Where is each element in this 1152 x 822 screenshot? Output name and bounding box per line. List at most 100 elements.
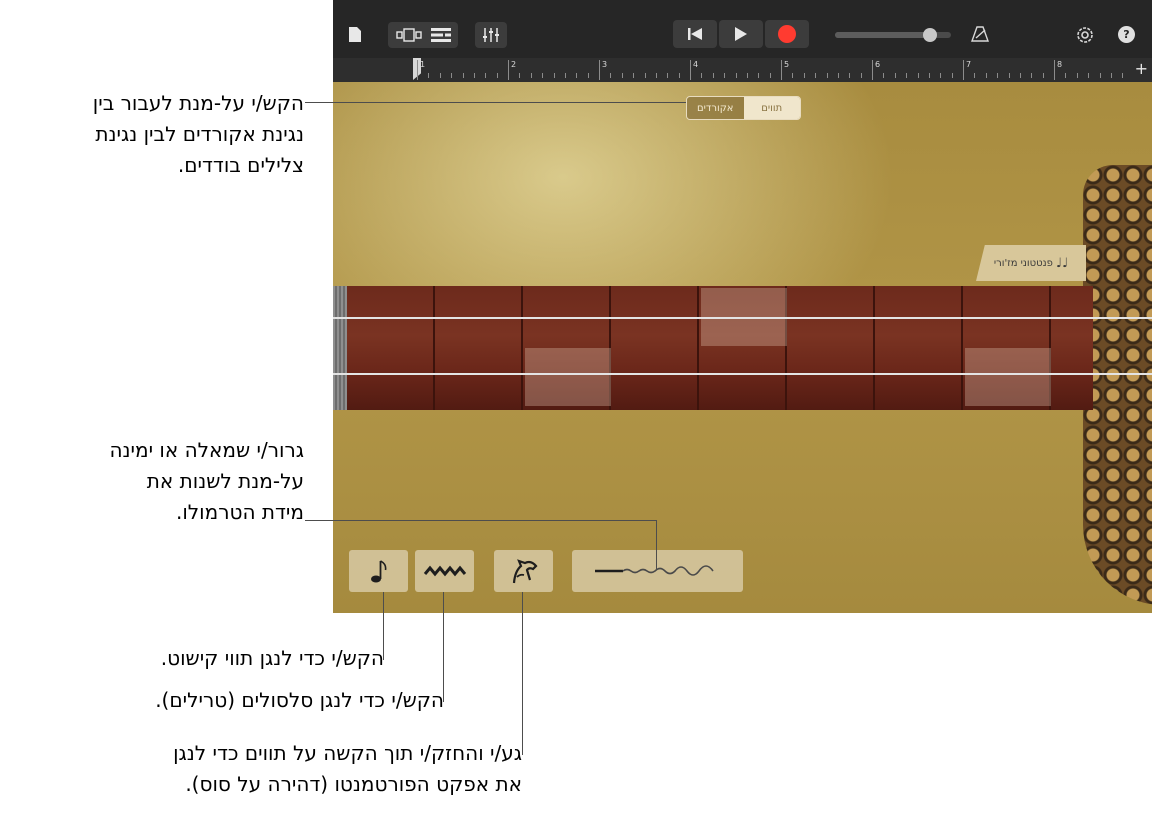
scale-label: פנטטוני מז'ורי: [993, 257, 1053, 269]
scale-selector[interactable]: פנטטוני מז'ורי ♩♩: [976, 245, 1086, 281]
fret: [521, 286, 523, 410]
notes-chords-switch[interactable]: אקורדים תווים: [686, 96, 801, 120]
staccato-note-icon: [370, 560, 386, 583]
ruler-tick: [667, 73, 669, 78]
ruler-tick: [906, 73, 908, 78]
ruler-tick: [1042, 73, 1044, 78]
ruler-tick: [485, 73, 487, 78]
ruler-tick: [1088, 73, 1090, 78]
timeline-ruler[interactable]: + 1 2 3 4 5 6 7 8: [333, 58, 1152, 83]
leader-line-tremolo-h: [305, 520, 657, 521]
instrument-nut: [333, 286, 347, 410]
ruler-tick: [826, 73, 828, 78]
instrument-body: [1083, 165, 1152, 605]
fret: [433, 286, 435, 410]
rewind-icon: [688, 28, 702, 40]
play-icon: [735, 27, 747, 41]
ruler-tick: [837, 73, 839, 78]
view-toggle-icon[interactable]: [396, 27, 422, 46]
ruler-tick: [428, 73, 430, 78]
rewind-button[interactable]: [673, 20, 717, 48]
ruler-bar-line: [599, 60, 600, 80]
ruler-bar-number: 1: [420, 60, 426, 69]
ruler-tick: [462, 73, 464, 78]
fret: [873, 286, 875, 410]
ruler-bar-line: [417, 60, 418, 80]
scale-note-highlight: [525, 348, 611, 406]
ruler-bar-number: 2: [511, 60, 517, 69]
ruler-tick: [621, 73, 623, 78]
master-volume-slider[interactable]: [835, 28, 951, 42]
ruler-tick: [1110, 73, 1112, 78]
ruler-tick: [1122, 73, 1124, 78]
ruler-tick: [576, 73, 578, 78]
ruler-tick: [1099, 73, 1101, 78]
metronome-icon[interactable]: [971, 26, 989, 45]
ruler-tick: [655, 73, 657, 78]
settings-icon[interactable]: [1075, 25, 1095, 48]
help-button[interactable]: ?: [1118, 26, 1135, 43]
trill-icon: [423, 565, 466, 577]
string-lower[interactable]: [333, 373, 1152, 375]
ruler-tick: [542, 73, 544, 78]
callout-trill: הקש/י כדי לנגן סלסולים (טרילים).: [155, 685, 444, 716]
tremolo-slider[interactable]: [572, 550, 743, 592]
garageband-screen: ? + 1 2 3 4 5 6 7 8 אקורדים תווים פנטטוני מז'ור…: [333, 0, 1152, 613]
callout-mode-switch-line1: הקש/י על-מנת לעבור בין: [92, 91, 304, 115]
ruler-tick: [860, 73, 862, 78]
ruler-bar-number: 4: [693, 60, 699, 69]
callout-trill-text: הקש/י כדי לנגן סלסולים (טרילים).: [155, 688, 444, 712]
callout-tremolo-line2: על-מנת לשנות את: [146, 469, 304, 493]
ruler-bar-line: [508, 60, 509, 80]
ruler-bar-number: 5: [784, 60, 790, 69]
ruler-tick: [724, 73, 726, 78]
record-icon: [778, 25, 796, 43]
tracks-icon[interactable]: [430, 27, 452, 46]
ruler-tick: [553, 73, 555, 78]
ruler-tick: [473, 73, 475, 78]
ruler-tick: [769, 73, 771, 78]
ruler-tick: [849, 73, 851, 78]
chords-option[interactable]: אקורדים: [687, 97, 744, 119]
document-icon[interactable]: [348, 26, 362, 46]
string-upper[interactable]: [333, 317, 1152, 319]
ruler-tick: [1076, 73, 1078, 78]
record-button[interactable]: [765, 20, 809, 48]
ruler-tick: [610, 73, 612, 78]
ruler-tick: [701, 73, 703, 78]
instrument-neck[interactable]: [333, 286, 1093, 410]
play-button[interactable]: [719, 20, 763, 48]
add-section-icon[interactable]: +: [1135, 59, 1148, 78]
ruler-tick: [530, 73, 532, 78]
ruler-tick: [928, 73, 930, 78]
ruler-tick: [803, 73, 805, 78]
toolbar: ?: [333, 0, 1152, 58]
ruler-bar-number: 7: [966, 60, 972, 69]
leader-line-staccato: [383, 592, 384, 660]
portamento-button[interactable]: [494, 550, 553, 592]
ruler-tick: [1031, 73, 1033, 78]
ruler-bar-number: 6: [875, 60, 881, 69]
ruler-tick: [633, 73, 635, 78]
ruler-tick: [735, 73, 737, 78]
leader-line-portamento: [522, 592, 523, 755]
mixer-button[interactable]: [475, 22, 507, 48]
ruler-bar-line: [781, 60, 782, 80]
ruler-bar-line: [690, 60, 691, 80]
callout-tremolo: גרור/י שמאלה או ימינה על-מנת לשנות את מי…: [109, 435, 304, 528]
staccato-button[interactable]: [349, 550, 408, 592]
ruler-tick: [951, 73, 953, 78]
callout-mode-switch-line2: נגינת אקורדים לבין נגינת: [95, 122, 304, 146]
ruler-tick: [1065, 73, 1067, 78]
ruler-tick: [974, 73, 976, 78]
volume-thumb[interactable]: [923, 28, 938, 42]
notes-option[interactable]: תווים: [743, 97, 800, 119]
ruler-tick: [678, 73, 680, 78]
ruler-tick: [587, 73, 589, 78]
trill-button[interactable]: [415, 550, 474, 592]
callout-portamento: גע/י והחזק/י תוך הקשה על תווים כדי לנגן …: [173, 738, 522, 800]
view-toggle-group: [388, 22, 458, 48]
mixer-icon: [482, 26, 500, 47]
callout-tremolo-line1: גרור/י שמאלה או ימינה: [109, 438, 304, 462]
ruler-tick: [917, 73, 919, 78]
